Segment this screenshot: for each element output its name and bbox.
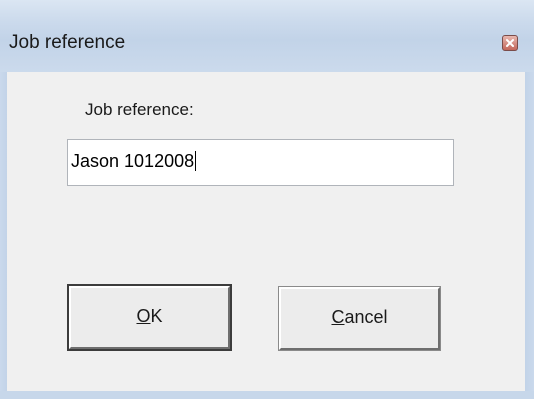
- window-title: Job reference: [9, 32, 126, 53]
- text-caret: [195, 151, 197, 171]
- close-icon: [506, 39, 514, 47]
- input-text: Jason 1012008: [71, 151, 195, 171]
- cancel-label-rest: ancel: [344, 307, 388, 327]
- job-reference-dialog: Job reference Job reference: Jason 10120…: [0, 0, 534, 399]
- window-frame-left: [0, 72, 7, 399]
- job-reference-input[interactable]: Jason 1012008: [67, 139, 454, 186]
- job-reference-label: Job reference:: [85, 100, 194, 119]
- ok-button[interactable]: OK: [67, 284, 232, 351]
- ok-label-rest: K: [150, 306, 163, 326]
- title-bar[interactable]: Job reference: [0, 0, 534, 72]
- job-reference-input-value: Jason 1012008: [71, 151, 197, 172]
- cancel-mnemonic: C: [331, 307, 345, 327]
- ok-mnemonic: O: [136, 306, 151, 326]
- cancel-button[interactable]: Cancel: [278, 286, 441, 351]
- window-frame-bottom: [0, 391, 534, 399]
- close-button[interactable]: [502, 35, 518, 51]
- window-frame-right: [525, 72, 534, 399]
